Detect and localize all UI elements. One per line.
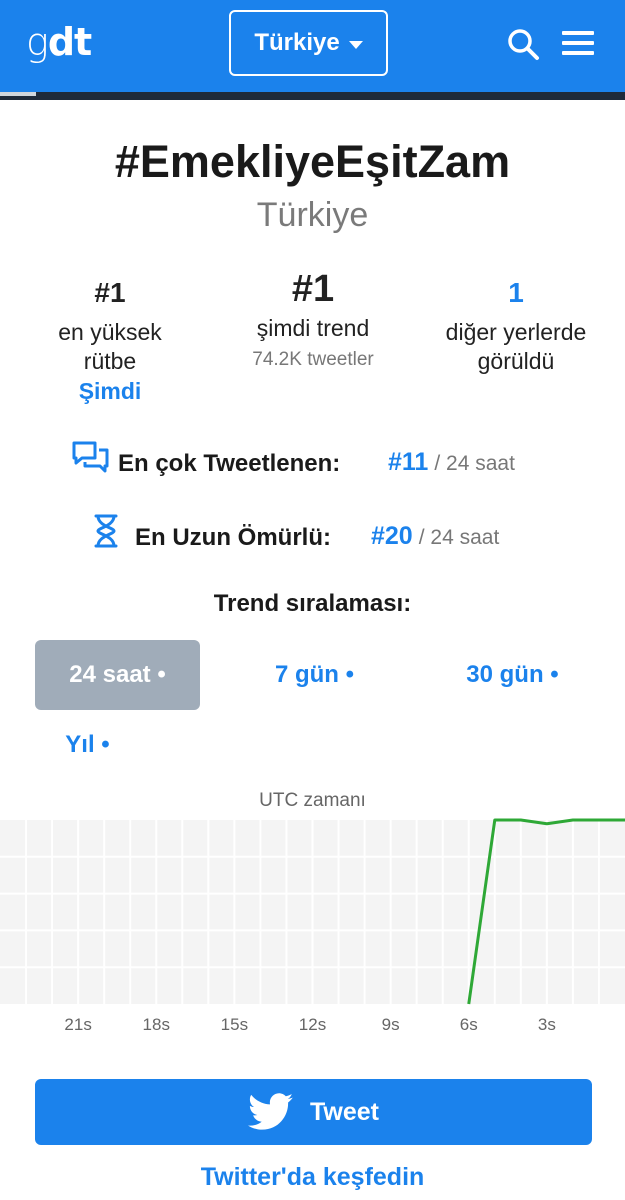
most-tweeted-rank: #11 / 24 saat [388, 448, 515, 477]
most-tweeted-period: / 24 saat [434, 452, 515, 475]
longest-lived-row: En Uzun Ömürlü: #20/ 24 saat [0, 514, 625, 554]
search-icon[interactable] [506, 27, 540, 61]
tweet-count: 74.2K tweetler [252, 349, 374, 370]
most-tweeted-label: En çok Tweetlenen: [118, 450, 341, 477]
logo-text-bold: dt [47, 20, 92, 64]
chart-x-tick-label: 15s [221, 1015, 248, 1034]
trend-title: #EmekliyeEşitZam [114, 136, 511, 187]
nav-divider-tab [0, 92, 36, 96]
highest-rank-label-2: rütbe [83, 348, 137, 374]
trend-location: Türkiye [256, 196, 369, 234]
country-selector-label: Türkiye [254, 29, 340, 56]
hamburger-menu-icon[interactable] [562, 31, 594, 55]
current-rank-label: şimdi trend [256, 315, 370, 341]
tweet-button[interactable]: Tweet [35, 1079, 592, 1145]
most-tweeted-rank-value[interactable]: #11 [388, 448, 428, 476]
current-rank-value: #1 [291, 268, 335, 310]
explore-on-twitter-link[interactable]: Twitter'da keşfedin [0, 1163, 625, 1192]
logo-text-light: g [26, 20, 49, 64]
chart-x-tick-label: 9s [382, 1015, 400, 1034]
seen-elsewhere-label-1: diğer yerlerde [445, 319, 587, 345]
stat-seen-elsewhere[interactable]: 1 diğer yerlerde görüldü [416, 276, 616, 376]
longest-lived-period: / 24 saat [418, 526, 500, 549]
site-logo[interactable]: gdt [26, 20, 92, 64]
chat-bubbles-icon [72, 441, 109, 473]
longest-lived-rank: #20/ 24 saat [371, 522, 499, 551]
tab-30-days[interactable]: 30 gün • [430, 640, 595, 710]
seen-elsewhere-value[interactable]: 1 [416, 276, 616, 310]
hourglass-icon [94, 514, 118, 548]
highest-rank-when-link[interactable]: Şimdi [10, 378, 210, 405]
tweet-button-label: Tweet [310, 1097, 379, 1126]
top-navbar: gdt Türkiye [0, 0, 625, 92]
trend-rank-chart: 21s 18s 15s 12s 9s 6s 3s [0, 818, 625, 1034]
chart-x-tick-label: 18s [143, 1015, 170, 1034]
chart-x-tick-label: 6s [460, 1015, 478, 1034]
tab-7-days[interactable]: 7 gün • [232, 640, 397, 710]
seen-elsewhere-label-2: görüldü [477, 348, 555, 374]
country-selector-button[interactable]: Türkiye [229, 10, 388, 76]
stat-current-trend: #1 şimdi trend 74.2K tweetler [213, 270, 413, 371]
longest-lived-rank-value[interactable]: #20 [371, 522, 413, 550]
chart-x-tick-label: 21s [64, 1015, 91, 1034]
highest-rank-label-1: en yüksek [58, 319, 162, 345]
chart-x-tick-label: 12s [299, 1015, 326, 1034]
longest-lived-label: En Uzun Ömürlü: [135, 524, 331, 551]
tab-24-hours[interactable]: 24 saat • [35, 640, 200, 710]
most-tweeted-row: En çok Tweetlenen: #11 / 24 saat [0, 440, 625, 480]
twitter-bird-icon [248, 1093, 294, 1130]
tab-year[interactable]: Yıl • [35, 710, 140, 780]
stat-highest-rank: #1 en yüksek rütbe Şimdi [10, 276, 210, 405]
nav-divider-bar [0, 92, 625, 100]
caret-down-icon [348, 40, 363, 49]
chart-x-tick-label: 3s [538, 1015, 556, 1034]
highest-rank-value: #1 [94, 277, 126, 308]
chart-caption: UTC zamanı [259, 790, 366, 811]
trend-ranking-title: Trend sıralaması: [213, 590, 412, 617]
